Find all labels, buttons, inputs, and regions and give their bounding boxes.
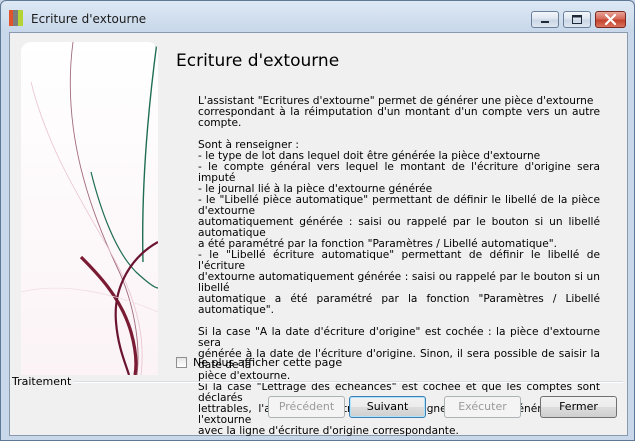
dont-show-again-label[interactable]: Ne plus afficher cette page — [193, 356, 342, 369]
description-line: d'extourne automatiquement générée : sai… — [198, 271, 600, 294]
description-line: automatiquement générée : saisi ou rappe… — [198, 216, 600, 239]
description-line: automatique a été paramétré par la fonct… — [198, 293, 600, 316]
window-title: Ecriture d'extourne — [31, 12, 147, 26]
wizard-side-illustration — [21, 42, 158, 375]
description-line: - le "Libellé pièce automatique" permett… — [198, 194, 600, 217]
maximize-button[interactable] — [563, 11, 591, 28]
description-line: - le "Libellé écriture automatique" perm… — [198, 249, 600, 272]
page-title: Ecriture d'extourne — [176, 51, 340, 71]
description-line: avec la ligne d'écriture d'origine corre… — [198, 425, 459, 437]
execute-button[interactable]: Exécuter — [444, 396, 521, 418]
maximize-icon — [572, 15, 582, 24]
wizard-content: Ecriture d'extourne L'assistant "Ecritur… — [9, 32, 628, 437]
dont-show-again-checkbox[interactable] — [176, 357, 187, 368]
close-icon — [604, 13, 617, 26]
decorative-curves-icon — [21, 42, 158, 375]
wizard-window: Ecriture d'extourne Ecriture d'extourne … — [0, 0, 635, 441]
title-bar[interactable]: Ecriture d'extourne — [1, 1, 634, 31]
minimize-button[interactable] — [531, 11, 559, 28]
description-line: Si la case "A la date d'écriture d'origi… — [198, 326, 600, 349]
description-line: correspondant à la réimputation d'un mon… — [198, 106, 600, 129]
previous-button[interactable]: Précédent — [268, 396, 345, 418]
description-line: - le compte général vers lequel le monta… — [198, 161, 600, 184]
group-divider — [74, 381, 623, 383]
wizard-description: L'assistant "Ecritures d'extourne" perme… — [198, 96, 600, 440]
next-button[interactable]: Suivant — [349, 396, 426, 418]
close-button[interactable]: Fermer — [540, 396, 617, 418]
app-icon — [9, 10, 23, 26]
group-label-traitement: Traitement — [12, 375, 72, 388]
minimize-icon — [541, 21, 549, 23]
close-window-button[interactable] — [595, 11, 626, 28]
